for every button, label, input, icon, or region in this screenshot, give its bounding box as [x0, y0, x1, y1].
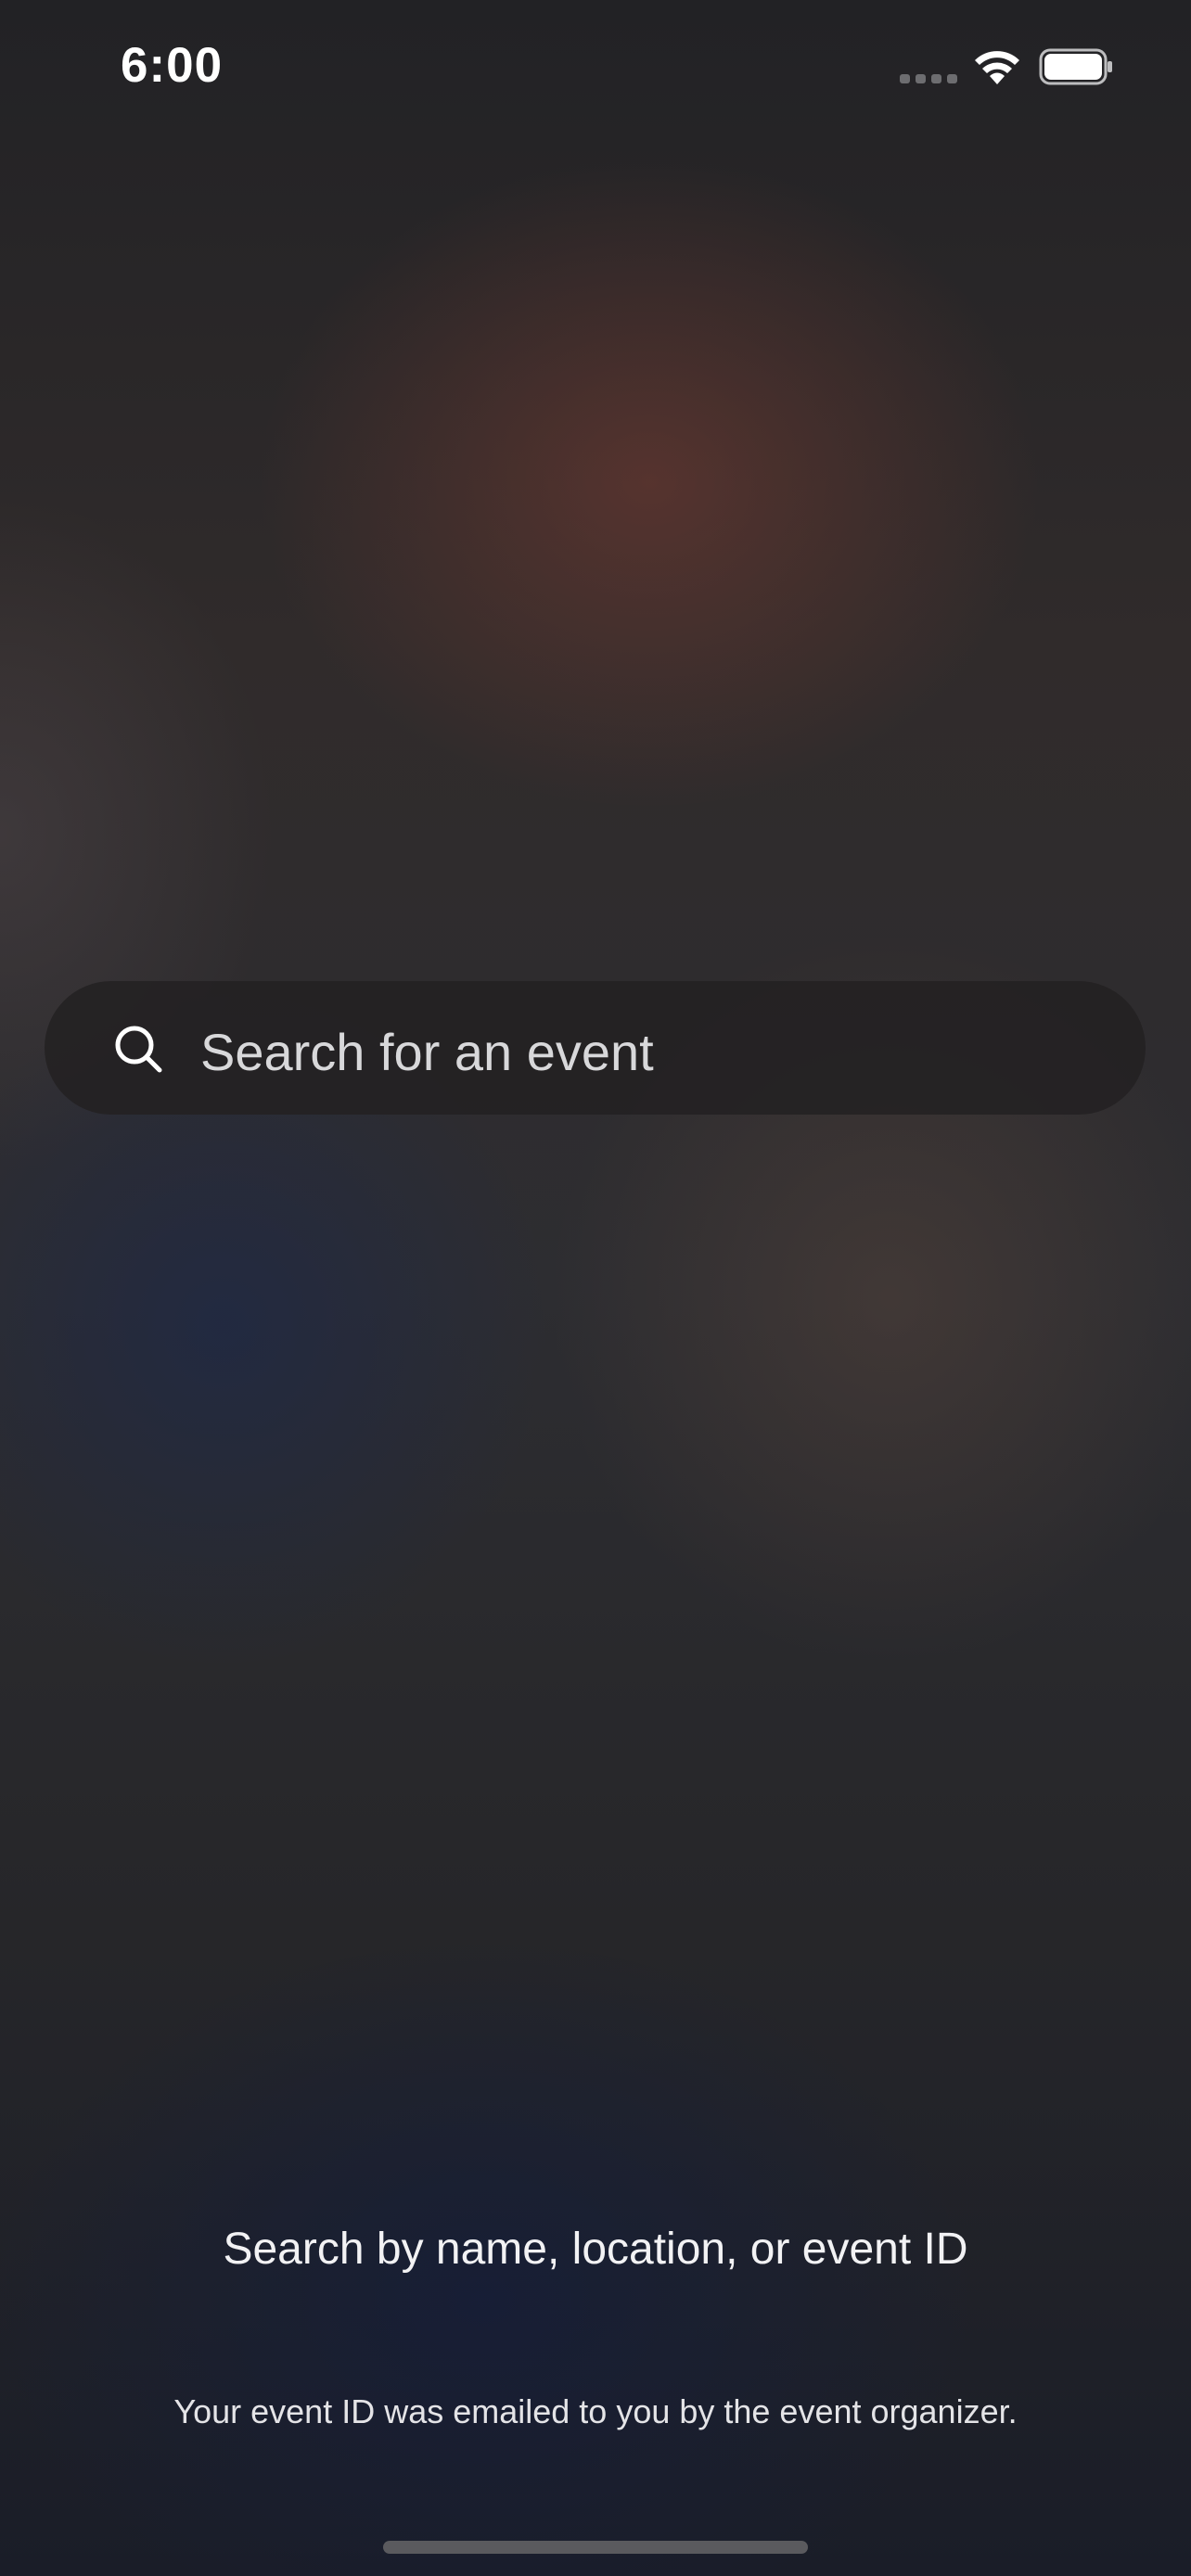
battery-icon: [1039, 48, 1112, 85]
help-title: Search by name, location, or event ID: [223, 2225, 968, 2274]
signal-icon: [900, 74, 957, 83]
help-subtitle: Your event ID was emailed to you by the …: [173, 2392, 1018, 2430]
search-icon: [115, 1026, 162, 1073]
search-input[interactable]: Search for an event: [200, 1022, 654, 1082]
status-time: 6:00: [121, 38, 224, 93]
home-indicator[interactable]: [383, 2541, 808, 2554]
status-bar: 6:00: [0, 0, 1191, 139]
wifi-icon: [975, 51, 1019, 84]
search-bar[interactable]: Search for an event: [45, 981, 1146, 1115]
